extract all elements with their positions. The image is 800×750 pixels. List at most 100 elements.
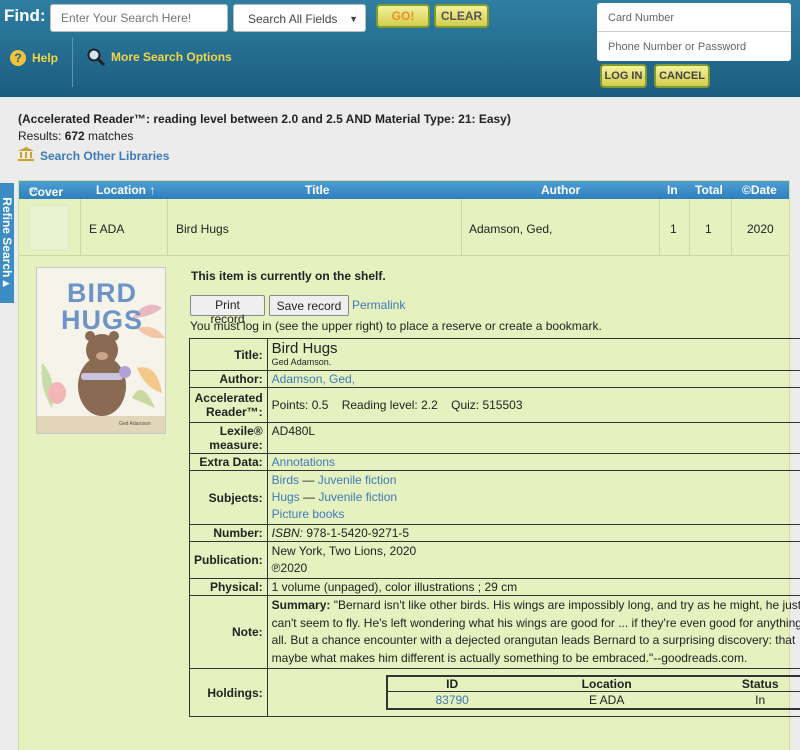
detail-row-number: Number: ISBN: 978-1-5420-9271-5	[189, 524, 800, 542]
results-table-header: Cover on Location ↑ Title Author In Tota…	[19, 181, 789, 199]
row-date: 2020	[747, 222, 774, 236]
clear-button[interactable]: CLEAR	[434, 4, 489, 28]
detail-row-note: Note: Summary: "Bernard isn't like other…	[189, 595, 800, 669]
holdings-row: 83790 E ADA In	[387, 692, 800, 710]
col-author[interactable]: Author	[541, 183, 580, 197]
detail-row-holdings: Holdings: ID Location Status 83790 E ADA…	[189, 668, 800, 717]
label-note: Note:	[189, 595, 268, 669]
subject-link[interactable]: Juvenile fiction	[318, 473, 397, 487]
card-number-field[interactable]: Card Number	[597, 3, 791, 32]
col-title[interactable]: Title	[305, 183, 329, 197]
results-prefix: Results:	[18, 129, 65, 143]
holdings-table: ID Location Status 83790 E ADA In	[385, 675, 800, 710]
search-query: (Accelerated Reader™: reading level betw…	[18, 112, 511, 126]
statement-of-responsibility: Ged Adamson.	[271, 357, 332, 367]
subject-separator: —	[299, 490, 319, 504]
cover-author: Ged Adamson	[119, 421, 151, 427]
login-panel: Card Number Phone Number or Password	[597, 3, 791, 61]
holdings-header-id: ID	[386, 676, 517, 692]
label-publication: Publication:	[189, 541, 268, 579]
refine-search-label: Refine Search ▴	[0, 197, 14, 287]
search-field-select[interactable]: Search All Fields ▼	[233, 4, 366, 32]
help-label: Help	[32, 51, 59, 65]
login-button[interactable]: LOG IN	[600, 64, 647, 88]
holding-id-link[interactable]: 83790	[435, 693, 468, 707]
column-divider	[167, 199, 168, 256]
results-suffix: matches	[84, 129, 134, 143]
holdings-header-status: Status	[696, 676, 800, 692]
cancel-button[interactable]: CANCEL	[654, 64, 710, 88]
row-title[interactable]: Bird Hugs	[176, 222, 229, 236]
more-search-options-link[interactable]: More Search Options	[86, 48, 232, 66]
find-label: Find:	[4, 6, 46, 25]
summary-label: Summary:	[271, 598, 331, 612]
detail-row-author: Author: Adamson, Ged,	[189, 370, 800, 388]
main-content: (Accelerated Reader™: reading level betw…	[0, 97, 800, 750]
subject-link[interactable]: Hugs	[272, 490, 300, 504]
column-divider	[461, 199, 462, 256]
cover-on-toggle[interactable]: on	[29, 185, 38, 194]
header-bar: Find: Search All Fields ▼ GO! CLEAR ? He…	[0, 0, 800, 97]
author-link[interactable]: Adamson, Ged,	[272, 372, 355, 386]
column-divider	[689, 199, 690, 256]
label-author: Author:	[189, 370, 268, 388]
help-icon: ?	[10, 50, 26, 66]
record-detail-table: Title: Bird Hugs Ged Adamson. Author: Ada…	[189, 338, 800, 717]
annotations-link[interactable]: Annotations	[272, 455, 335, 469]
label-extra-data: Extra Data:	[189, 453, 268, 471]
detail-row-physical: Physical: 1 volume (unpaged), color illu…	[189, 578, 800, 596]
label-accelerated-reader: Accelerated Reader™:	[189, 387, 268, 423]
subject-link[interactable]: Picture books	[272, 507, 345, 521]
col-location[interactable]: Location ↑	[96, 183, 155, 197]
detail-row-title: Title: Bird Hugs Ged Adamson.	[189, 338, 800, 371]
go-button[interactable]: GO!	[376, 4, 430, 28]
holding-status: In	[755, 693, 766, 707]
detail-row-extra: Extra Data: Annotations	[189, 453, 800, 471]
search-field-value: Search All Fields	[248, 12, 338, 26]
book-cover-image: BIRD HUGS Ged Adamson	[36, 267, 166, 434]
row-author[interactable]: Adamson, Ged,	[469, 222, 552, 236]
col-total[interactable]: Total	[695, 183, 723, 197]
cover-thumbnail[interactable]	[29, 205, 69, 251]
availability-status: This item is currently on the shelf.	[191, 269, 386, 283]
table-row[interactable]: E ADA Bird Hugs Adamson, Ged, 1 1 2020	[19, 199, 789, 256]
save-record-button[interactable]: Save record	[269, 295, 349, 316]
row-location: E ADA	[89, 222, 125, 236]
physical-description: 1 volume (unpaged), color illustrations …	[266, 578, 800, 596]
search-other-libraries-link[interactable]: Search Other Libraries	[18, 147, 169, 164]
subject-link[interactable]: Birds	[272, 473, 299, 487]
print-record-button[interactable]: Print record	[190, 295, 265, 326]
help-link[interactable]: ? Help	[10, 50, 58, 66]
refine-search-tab[interactable]: Refine Search ▴	[0, 183, 14, 303]
label-physical: Physical:	[189, 578, 268, 596]
subject-separator: —	[299, 473, 318, 487]
results-count: 672	[64, 129, 85, 143]
col-in[interactable]: In	[667, 183, 678, 197]
label-lexile: Lexile® measure:	[189, 422, 268, 454]
label-title: Title:	[189, 338, 268, 371]
library-icon	[18, 147, 34, 164]
permalink-link[interactable]: Permalink	[352, 298, 405, 312]
magnifier-icon	[86, 48, 106, 66]
row-total: 1	[705, 222, 712, 236]
accelerated-reader-info: Points: 0.5 Reading level: 2.2 Quiz: 515…	[266, 387, 800, 423]
holding-location: E ADA	[588, 693, 625, 707]
isbn-label: ISBN:	[271, 526, 304, 540]
password-field[interactable]: Phone Number or Password	[597, 32, 791, 61]
detail-row-publication: Publication: New York, Two Lions, 2020 ℗2…	[189, 541, 800, 579]
chevron-down-icon: ▼	[349, 14, 358, 24]
detail-row-ar: Accelerated Reader™: Points: 0.5 Reading…	[189, 387, 800, 423]
results-count-line: Results: 672 matches	[18, 129, 133, 143]
col-date[interactable]: ©Date	[742, 183, 777, 197]
row-in: 1	[670, 222, 677, 236]
publication-info: New York, Two Lions, 2020	[271, 544, 417, 558]
lexile-value: AD480L	[266, 422, 800, 454]
results-table: Cover on Location ↑ Title Author In Tota…	[18, 180, 800, 750]
summary-text: "Bernard isn't like other birds. His win…	[271, 598, 800, 665]
label-number: Number:	[189, 524, 268, 542]
copyright-date: ℗2020	[271, 561, 308, 575]
column-divider	[731, 199, 732, 256]
search-input[interactable]	[50, 4, 228, 32]
label-holdings: Holdings:	[189, 668, 268, 717]
subject-link[interactable]: Juvenile fiction	[318, 490, 397, 504]
